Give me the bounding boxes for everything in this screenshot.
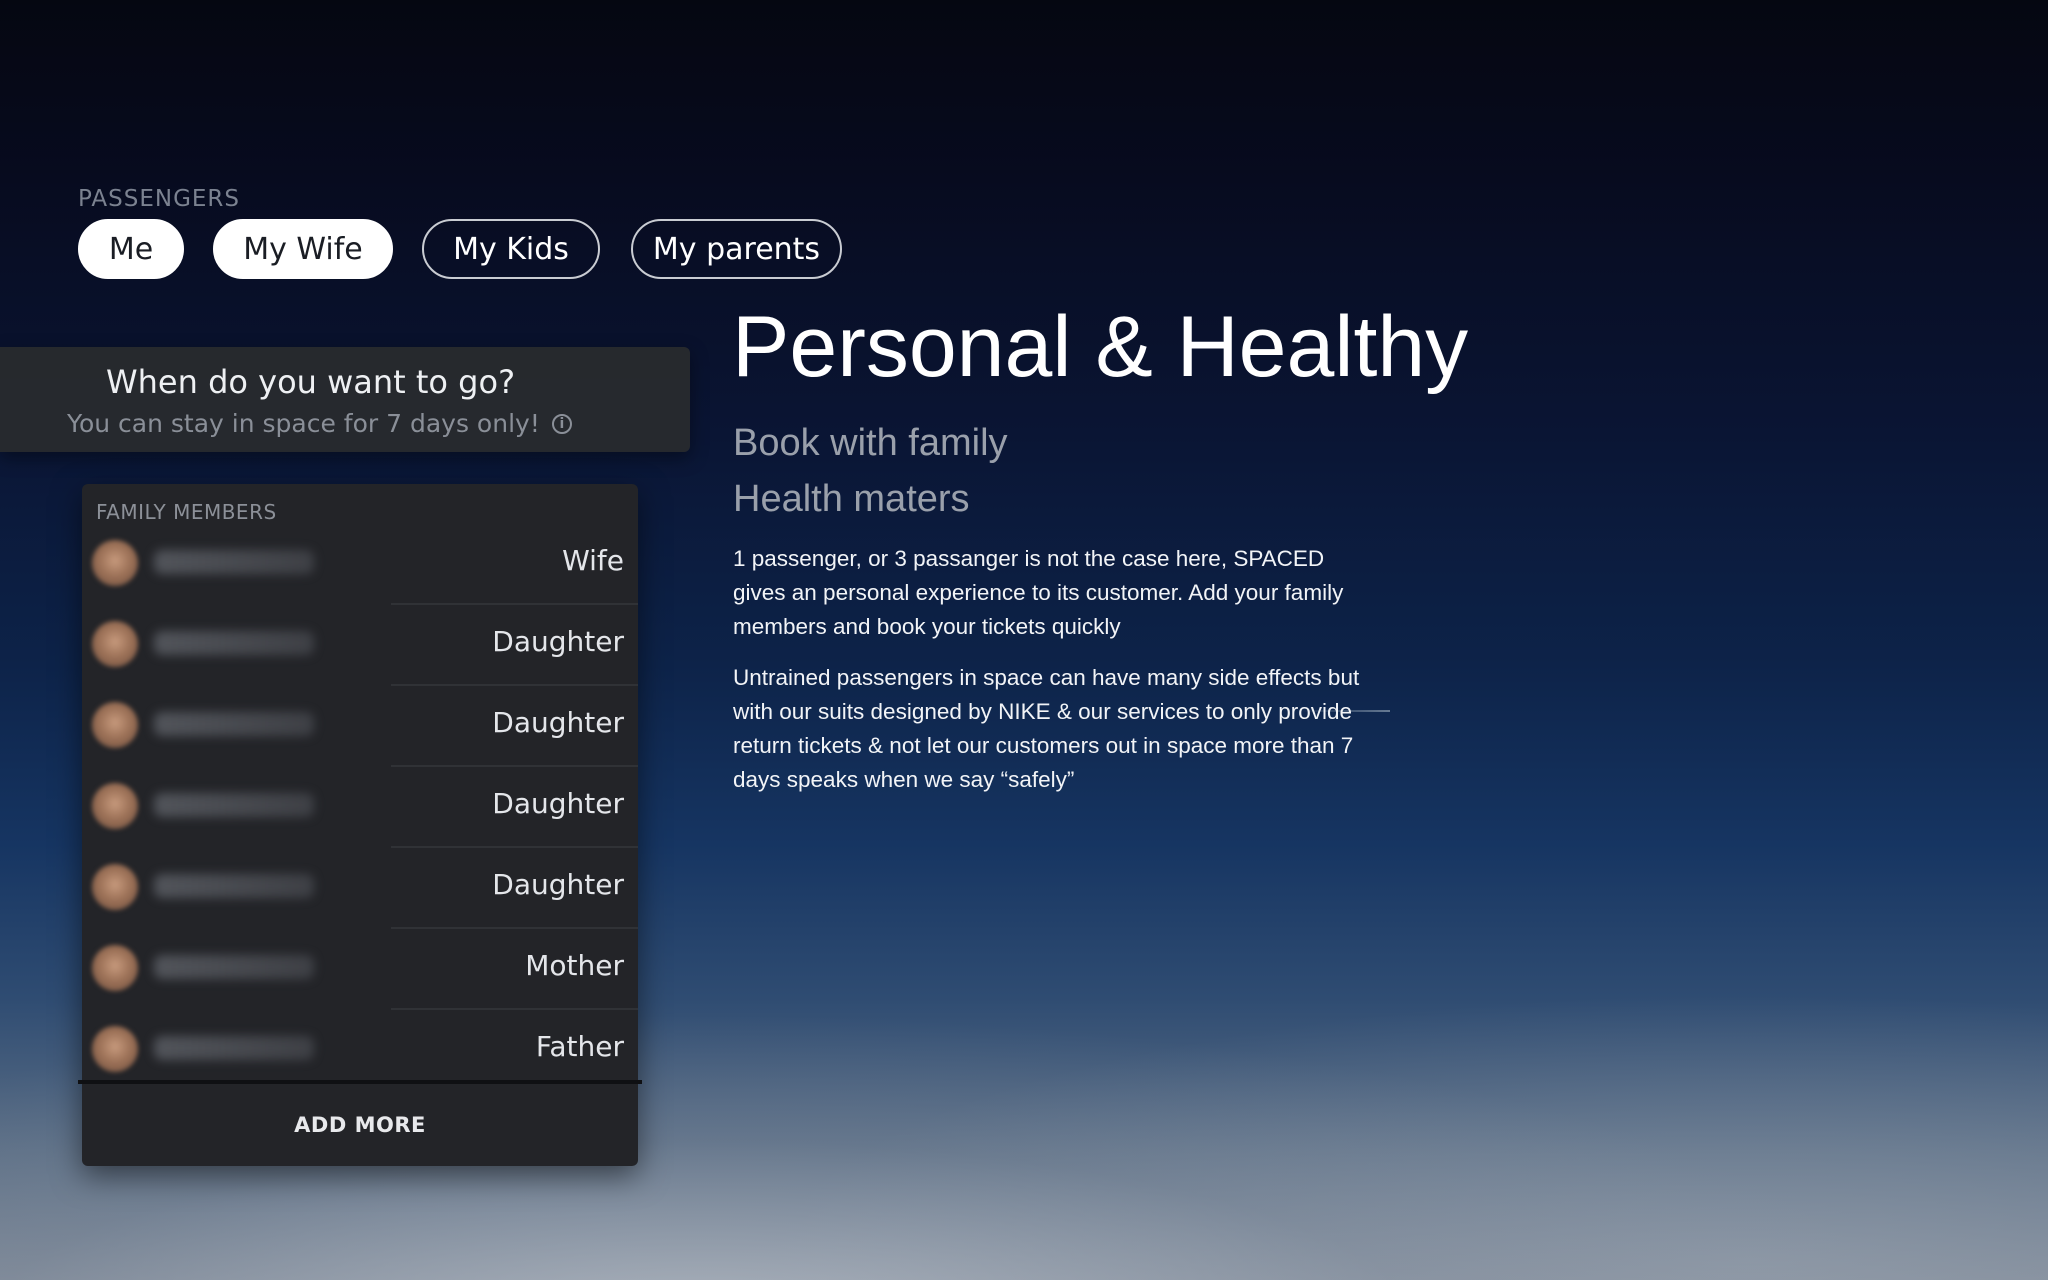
blurred-name xyxy=(154,550,314,574)
subheadline-health: Health maters xyxy=(733,478,970,520)
blurred-name xyxy=(154,955,314,979)
member-relation: Daughter xyxy=(492,706,624,739)
when-title: When do you want to go? xyxy=(106,363,516,401)
blurred-name xyxy=(154,712,314,736)
passenger-pill-my-wife[interactable]: My Wife xyxy=(213,219,393,279)
family-members-list: Wife Daughter Daughter Daughter Daughter xyxy=(82,524,638,1091)
description-paragraph-1: 1 passenger, or 3 passanger is not the c… xyxy=(733,546,1344,639)
page-headline: Personal & Healthy xyxy=(732,299,1469,395)
passenger-pill-me[interactable]: Me xyxy=(78,219,184,279)
passengers-label: PASSENGERS xyxy=(78,186,241,212)
blurred-name xyxy=(154,793,314,817)
blurred-name xyxy=(154,1036,314,1060)
info-icon[interactable]: i xyxy=(551,413,572,434)
family-member-row[interactable]: Mother xyxy=(82,929,638,1010)
member-relation: Daughter xyxy=(492,787,624,820)
subheadline-book-with-family: Book with family xyxy=(733,422,1008,464)
member-relation: Daughter xyxy=(492,625,624,658)
family-members-panel: FAMILY MEMBERS Wife Daughter Daughter Da… xyxy=(78,484,642,1166)
when-panel[interactable]: When do you want to go? You can stay in … xyxy=(0,347,690,452)
when-subtitle: You can stay in space for 7 days only! i xyxy=(67,409,572,438)
member-relation: Father xyxy=(535,1030,624,1063)
description-paragraph-2: Untrained passengers in space can have m… xyxy=(733,665,1360,792)
avatar xyxy=(92,540,138,586)
family-members-label: FAMILY MEMBERS xyxy=(96,500,277,524)
blurred-name xyxy=(154,631,314,655)
blurred-name xyxy=(154,874,314,898)
avatar xyxy=(92,1026,138,1072)
avatar xyxy=(92,783,138,829)
add-more-button[interactable]: ADD MORE xyxy=(82,1084,638,1166)
member-relation: Daughter xyxy=(492,868,624,901)
family-member-row[interactable]: Father xyxy=(82,1010,638,1091)
avatar xyxy=(92,864,138,910)
member-relation: Mother xyxy=(525,949,624,982)
passenger-pill-my-kids[interactable]: My Kids xyxy=(422,219,600,279)
when-subtitle-text: You can stay in space for 7 days only! xyxy=(67,409,540,438)
family-member-row[interactable]: Daughter xyxy=(82,848,638,929)
family-member-row[interactable]: Wife xyxy=(82,524,638,605)
member-relation: Wife xyxy=(562,544,624,577)
avatar xyxy=(92,945,138,991)
family-member-row[interactable]: Daughter xyxy=(82,686,638,767)
family-member-row[interactable]: Daughter xyxy=(82,605,638,686)
family-member-row[interactable]: Daughter xyxy=(82,767,638,848)
avatar xyxy=(92,621,138,667)
passenger-pill-my-parents[interactable]: My parents xyxy=(631,219,842,279)
avatar xyxy=(92,702,138,748)
